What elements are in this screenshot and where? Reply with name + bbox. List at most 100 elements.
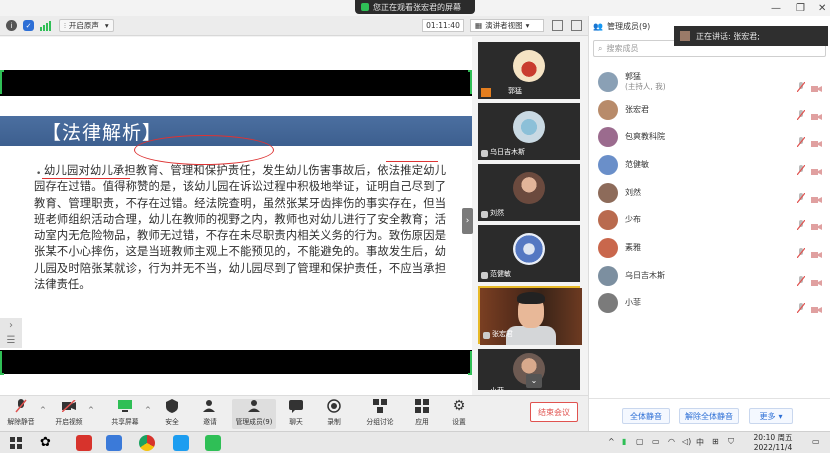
camera-off-icon[interactable] [811, 216, 822, 231]
camera-off-icon[interactable] [811, 189, 822, 203]
start-video-button[interactable]: 开启视频 [52, 399, 86, 429]
participant-row[interactable]: 张宏君 [589, 96, 830, 124]
end-meeting-button[interactable]: 结束会议 [530, 402, 578, 422]
participant-row[interactable]: 乌日吉木斯 [589, 262, 830, 290]
chevron-up-icon[interactable]: ^ [88, 406, 94, 414]
video-tile[interactable]: 乌日吉木斯 [478, 103, 580, 160]
camera-off-icon[interactable] [811, 78, 822, 92]
chevron-down-icon: ▾ [778, 411, 783, 421]
unmute-all-button[interactable]: 解除全体静音 [679, 408, 739, 424]
presentation-slide: 【法律解析】 • 幼儿园对幼儿承担教育、管理和保护责任，发生幼儿伤害事故后，依法… [0, 96, 472, 350]
view-mode-button[interactable]: ▦ 演讲者视图 ▾ [470, 19, 544, 32]
mic-off-icon[interactable] [796, 215, 806, 231]
participant-row[interactable]: 郭猛 (主持人, 我) [589, 68, 830, 96]
avatar [598, 99, 618, 120]
camera-off-icon[interactable] [811, 133, 822, 148]
camera-off-icon[interactable] [811, 106, 822, 120]
invite-button[interactable]: 邀请 [196, 399, 224, 429]
security-button[interactable]: 安全 [158, 399, 186, 429]
gear-icon: ⚙ [452, 398, 466, 414]
share-screen-button[interactable]: 共享屏幕 [108, 399, 142, 429]
participant-name: 郭猛 (主持人, 我) [625, 71, 666, 91]
wifi-icon: ◠ [668, 437, 675, 446]
ime-indicator[interactable]: 中 [696, 437, 704, 448]
participant-row[interactable]: 小菲 [589, 290, 830, 318]
shield-icon: ⛉ [728, 437, 734, 446]
avatar [598, 210, 618, 231]
participant-row[interactable]: 刘然 [589, 179, 830, 207]
add-user-icon [203, 399, 217, 413]
scroll-down-icon[interactable]: ⌄ [526, 374, 542, 388]
mic-off-icon[interactable] [796, 160, 806, 176]
chevron-up-icon[interactable]: ^ [40, 406, 46, 414]
restore-icon[interactable]: ❐ [796, 3, 805, 14]
system-clock[interactable]: 20:10 周五 2022/11/4 [748, 433, 798, 453]
chat-button[interactable]: 聊天 [284, 399, 308, 429]
wps-icon[interactable] [76, 435, 92, 451]
close-icon[interactable]: ✕ [818, 3, 826, 14]
chevron-up-icon[interactable]: ^ [145, 406, 151, 414]
more-button[interactable]: 更多 ▾ [749, 408, 793, 424]
sidebar-toggle-icon[interactable] [571, 20, 582, 31]
avatar [598, 127, 618, 148]
video-tile[interactable]: 刘然 [478, 164, 580, 221]
video-tile[interactable]: 郭猛 [478, 42, 580, 99]
messages-icon: ▭ [652, 437, 660, 446]
apps-button[interactable]: 应用 [410, 399, 434, 429]
breakout-icon [373, 399, 387, 413]
speaking-indicator: 正在讲话: 张宏君; [674, 26, 828, 46]
collapse-videos-handle[interactable]: › [462, 208, 473, 234]
mic-off-icon[interactable] [796, 105, 806, 120]
notification-icon[interactable]: ▭ [812, 437, 820, 446]
participant-list: 郭猛 (主持人, 我) 张宏君 包爽教科院 范健敏 刘然 少布 素雅乌日吉木斯小菲 [589, 68, 830, 317]
participant-name: 小菲 [625, 298, 641, 308]
mic-off-icon[interactable] [796, 132, 806, 148]
chrome-icon[interactable] [139, 435, 155, 451]
participant-row[interactable]: 少布 [589, 206, 830, 234]
unmute-button[interactable]: 解除静音 [4, 399, 38, 429]
mic-off-icon[interactable] [796, 271, 806, 287]
video-tile-speaking[interactable]: 张宏君 [478, 286, 582, 345]
mute-all-button[interactable]: 全体静音 [622, 408, 670, 424]
wechat-icon[interactable] [205, 435, 221, 451]
chevron-down-icon: ▾ [104, 21, 109, 30]
meeting-app-icon[interactable] [173, 435, 189, 451]
meeting-window: 您正在观看张宏君的屏幕 — ❐ ✕ i ✓ ⫶ 开启原声 ▾ 01:11:40 … [0, 0, 830, 453]
minimize-icon[interactable]: — [771, 3, 781, 14]
participant-row[interactable]: 范健敏 [589, 151, 830, 179]
participant-row[interactable]: 素雅 [589, 234, 830, 262]
settings-button[interactable]: ⚙ 设置 [447, 398, 471, 429]
camera-off-icon[interactable] [811, 272, 822, 286]
zoom-app-icon[interactable] [106, 435, 122, 451]
camera-off-icon[interactable] [811, 161, 822, 175]
apps-icon [415, 399, 429, 413]
mic-off-icon[interactable] [796, 243, 806, 259]
annotation-underline [386, 161, 438, 162]
chevron-up-icon[interactable]: ^ [608, 437, 615, 446]
original-sound-button[interactable]: ⫶ 开启原声 ▾ [59, 19, 114, 32]
video-strip: 郭猛 乌日吉木斯 刘然 范健敏 张宏君 小菲 [476, 40, 584, 390]
meeting-controls: 解除静音 ^ 开启视频 ^ 共享屏幕 ^ 安全 邀请 管理成员(9) 聊天 录制… [0, 395, 588, 431]
video-tile[interactable]: 范健敏 [478, 225, 580, 282]
network-icon: ▢ [636, 437, 644, 446]
slide-nav-handle[interactable]: › ☰ [0, 318, 22, 348]
letterbox-top [0, 70, 472, 96]
record-button[interactable]: 录制 [322, 399, 346, 429]
participant-row[interactable]: 包爽教科院 [589, 123, 830, 151]
mic-off-icon[interactable] [796, 77, 806, 93]
info-icon[interactable]: i [6, 20, 17, 31]
shield-icon[interactable]: ✓ [23, 20, 34, 31]
camera-off-icon[interactable] [811, 299, 822, 314]
manage-members-button[interactable]: 管理成员(9) [232, 399, 276, 429]
participant-name: 乌日吉木斯 [625, 270, 665, 280]
mic-on-icon [483, 332, 490, 339]
camera-off-icon[interactable] [811, 244, 822, 258]
fullscreen-icon[interactable] [552, 20, 563, 31]
app-icon[interactable]: ✿ [40, 435, 56, 451]
volume-icon: ◁) [682, 437, 692, 446]
signal-icon [40, 20, 51, 31]
mic-off-icon[interactable] [796, 188, 806, 203]
mic-off-icon[interactable] [796, 298, 806, 314]
windows-start-icon[interactable] [8, 435, 24, 451]
breakout-rooms-button[interactable]: 分组讨论 [364, 399, 396, 429]
